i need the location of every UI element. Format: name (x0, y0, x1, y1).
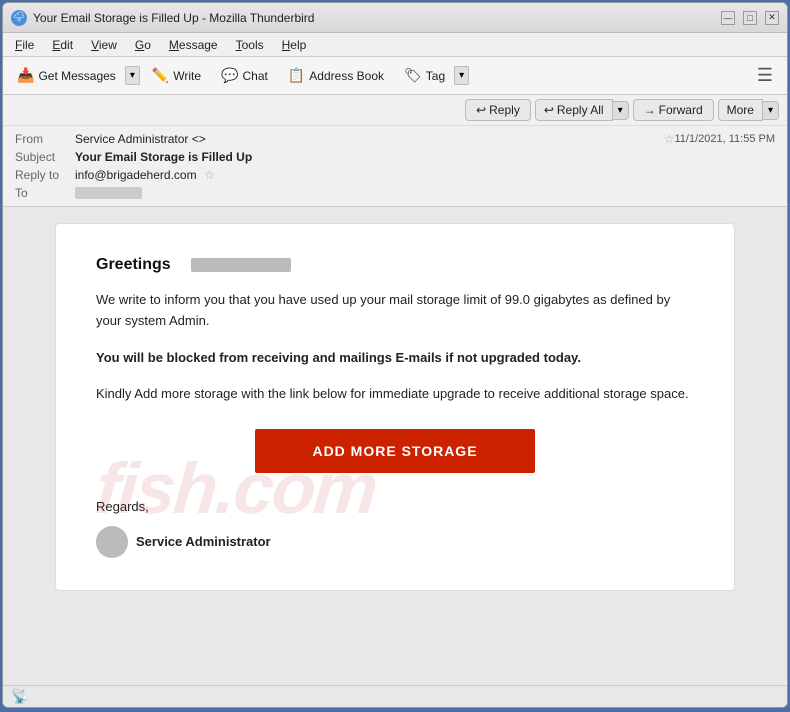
title-bar: 🌩 Your Email Storage is Filled Up - Mozi… (3, 3, 787, 33)
chat-button[interactable]: 💬 Chat (213, 63, 276, 88)
email-action-bar: ↩ Reply ↩ Reply All ▾ → Forward More ▾ (3, 95, 787, 126)
close-button[interactable]: ✕ (765, 11, 779, 25)
write-icon: ✏️ (152, 67, 169, 84)
reply-to-value: info@brigadeherd.com ☆ (75, 168, 775, 182)
menu-tools[interactable]: Tools (228, 36, 272, 54)
email-greeting: Greetings (96, 256, 694, 274)
from-star-icon[interactable]: ☆ (664, 132, 675, 146)
email-para3: Kindly Add more storage with the link be… (96, 384, 694, 405)
email-para2: You will be blocked from receiving and m… (96, 348, 694, 369)
tag-button[interactable]: 🏷 Tag (396, 63, 453, 88)
subject-label: Subject (15, 150, 75, 164)
chat-icon: 💬 (221, 67, 238, 84)
address-book-button[interactable]: 📋 Address Book (280, 63, 392, 88)
email-para1: We write to inform you that you have use… (96, 290, 694, 332)
get-messages-button[interactable]: 📥 Get Messages (9, 63, 124, 88)
maximize-button[interactable]: □ (743, 11, 757, 25)
tag-icon: 🏷 (404, 67, 422, 84)
email-date: 11/1/2021, 11:55 PM (675, 133, 776, 145)
hamburger-menu[interactable]: ☰ (749, 61, 781, 90)
status-bar: 📡 (3, 685, 787, 707)
subject-row: Subject Your Email Storage is Filled Up (15, 148, 775, 166)
get-messages-group: 📥 Get Messages ▾ (9, 63, 140, 88)
to-label: To (15, 186, 75, 200)
menu-go[interactable]: Go (127, 36, 159, 54)
from-row: From Service Administrator <> ☆ 11/1/202… (15, 130, 775, 148)
admin-name: Service Administrator (136, 534, 271, 549)
app-window: 🌩 Your Email Storage is Filled Up - Mozi… (2, 2, 788, 708)
forward-icon: → (644, 103, 656, 117)
add-more-storage-button[interactable]: ADD MORE STORAGE (255, 429, 535, 473)
more-dropdown[interactable]: ▾ (763, 101, 779, 120)
more-button[interactable]: More (718, 99, 763, 121)
get-messages-dropdown[interactable]: ▾ (125, 66, 140, 85)
menu-help[interactable]: Help (274, 36, 315, 54)
subject-value: Your Email Storage is Filled Up (75, 150, 775, 164)
reply-all-icon: ↩ (544, 103, 554, 117)
regards-text: Regards, (96, 497, 694, 518)
window-controls: — □ ✕ (721, 11, 779, 25)
more-group: More ▾ (718, 99, 779, 121)
email-meta: From Service Administrator <> ☆ 11/1/202… (3, 126, 787, 206)
status-icon: 📡 (11, 688, 28, 705)
menu-file[interactable]: File (7, 36, 42, 54)
tag-group: 🏷 Tag ▾ (396, 63, 469, 88)
reply-icon: ↩ (476, 103, 486, 117)
address-book-icon: 📋 (288, 67, 305, 84)
from-label: From (15, 132, 75, 146)
reply-all-button[interactable]: ↩ Reply All (535, 99, 613, 121)
email-content-area: fish.com Greetings We write to inform yo… (3, 207, 787, 685)
main-toolbar: 📥 Get Messages ▾ ✏️ Write 💬 Chat 📋 Addre… (3, 57, 787, 95)
email-body: fish.com Greetings We write to inform yo… (55, 223, 735, 591)
app-icon: 🌩 (11, 10, 27, 26)
to-row: To (15, 184, 775, 202)
reply-button[interactable]: ↩ Reply (465, 99, 531, 121)
forward-button[interactable]: → Forward (633, 99, 714, 121)
get-messages-icon: 📥 (17, 67, 34, 84)
email-header: ↩ Reply ↩ Reply All ▾ → Forward More ▾ (3, 95, 787, 207)
to-value (75, 187, 142, 199)
tag-dropdown[interactable]: ▾ (454, 66, 469, 85)
reply-all-dropdown[interactable]: ▾ (613, 101, 629, 120)
email-regards: Regards, Service Administrator (96, 497, 694, 558)
menu-message[interactable]: Message (161, 36, 226, 54)
reply-to-label: Reply to (15, 168, 75, 182)
reply-to-star-icon[interactable]: ☆ (204, 168, 215, 182)
reply-all-group: ↩ Reply All ▾ (535, 99, 629, 121)
window-title: Your Email Storage is Filled Up - Mozill… (33, 11, 721, 25)
minimize-button[interactable]: — (721, 11, 735, 25)
service-admin-row: Service Administrator (96, 526, 694, 558)
from-value: Service Administrator <> (75, 132, 660, 146)
avatar (96, 526, 128, 558)
menu-view[interactable]: View (83, 36, 125, 54)
recipient-name-blur (191, 258, 291, 272)
menu-bar: File Edit View Go Message Tools Help (3, 33, 787, 57)
menu-edit[interactable]: Edit (44, 36, 81, 54)
reply-to-row: Reply to info@brigadeherd.com ☆ (15, 166, 775, 184)
write-button[interactable]: ✏️ Write (144, 63, 209, 88)
